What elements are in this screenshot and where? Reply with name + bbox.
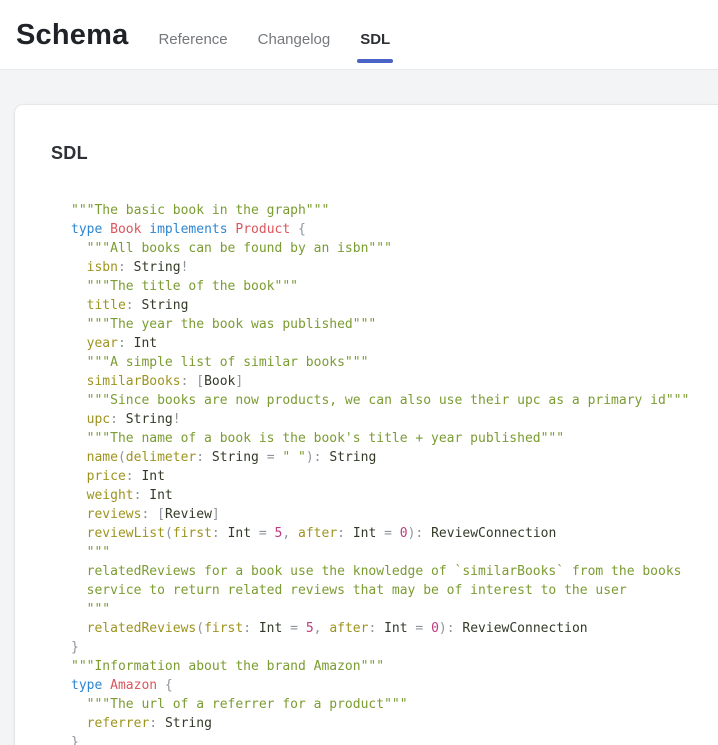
tab-reference[interactable]: Reference — [158, 31, 227, 48]
code-line: """A simple list of similar books""" — [71, 353, 718, 372]
code-line: similarBooks: [Book] — [71, 372, 718, 391]
code-line: price: Int — [71, 467, 718, 486]
code-line: """All books can be found by an isbn""" — [71, 239, 718, 258]
code-line: """Since books are now products, we can … — [71, 391, 718, 410]
code-line: upc: String! — [71, 410, 718, 429]
code-line: service to return related reviews that m… — [71, 581, 718, 600]
code-line: } — [71, 638, 718, 657]
code-line: """The name of a book is the book's titl… — [71, 429, 718, 448]
code-line: year: Int — [71, 334, 718, 353]
code-line: """The title of the book""" — [71, 277, 718, 296]
content-area: SDL """The basic book in the graph"""typ… — [0, 70, 718, 745]
tab-changelog[interactable]: Changelog — [258, 31, 331, 48]
code-line: reviews: [Review] — [71, 505, 718, 524]
code-line: relatedReviews for a book use the knowle… — [71, 562, 718, 581]
code-line: """The url of a referrer for a product""… — [71, 695, 718, 714]
code-line: """ — [71, 600, 718, 619]
code-line: title: String — [71, 296, 718, 315]
sdl-code-block: """The basic book in the graph"""type Bo… — [71, 201, 718, 745]
code-line: isbn: String! — [71, 258, 718, 277]
app-header: Schema Reference Changelog SDL — [0, 0, 718, 70]
sdl-card: SDL """The basic book in the graph"""typ… — [15, 105, 718, 745]
sdl-heading: SDL — [51, 143, 718, 164]
code-line: } — [71, 733, 718, 745]
active-tab-underline — [357, 59, 393, 63]
code-line: """Information about the brand Amazon""" — [71, 657, 718, 676]
page-title: Schema — [16, 0, 128, 70]
code-line: """The year the book was published""" — [71, 315, 718, 334]
code-line: weight: Int — [71, 486, 718, 505]
code-line: referrer: String — [71, 714, 718, 733]
code-line: type Book implements Product { — [71, 220, 718, 239]
tab-bar: Reference Changelog SDL — [158, 31, 420, 48]
tab-sdl-label: SDL — [360, 31, 390, 48]
code-line: name(delimeter: String = " "): String — [71, 448, 718, 467]
code-line: """ — [71, 543, 718, 562]
code-line: type Amazon { — [71, 676, 718, 695]
tab-sdl[interactable]: SDL — [360, 31, 390, 48]
code-line: relatedReviews(first: Int = 5, after: In… — [71, 619, 718, 638]
code-line: """The basic book in the graph""" — [71, 201, 718, 220]
code-line: reviewList(first: Int = 5, after: Int = … — [71, 524, 718, 543]
